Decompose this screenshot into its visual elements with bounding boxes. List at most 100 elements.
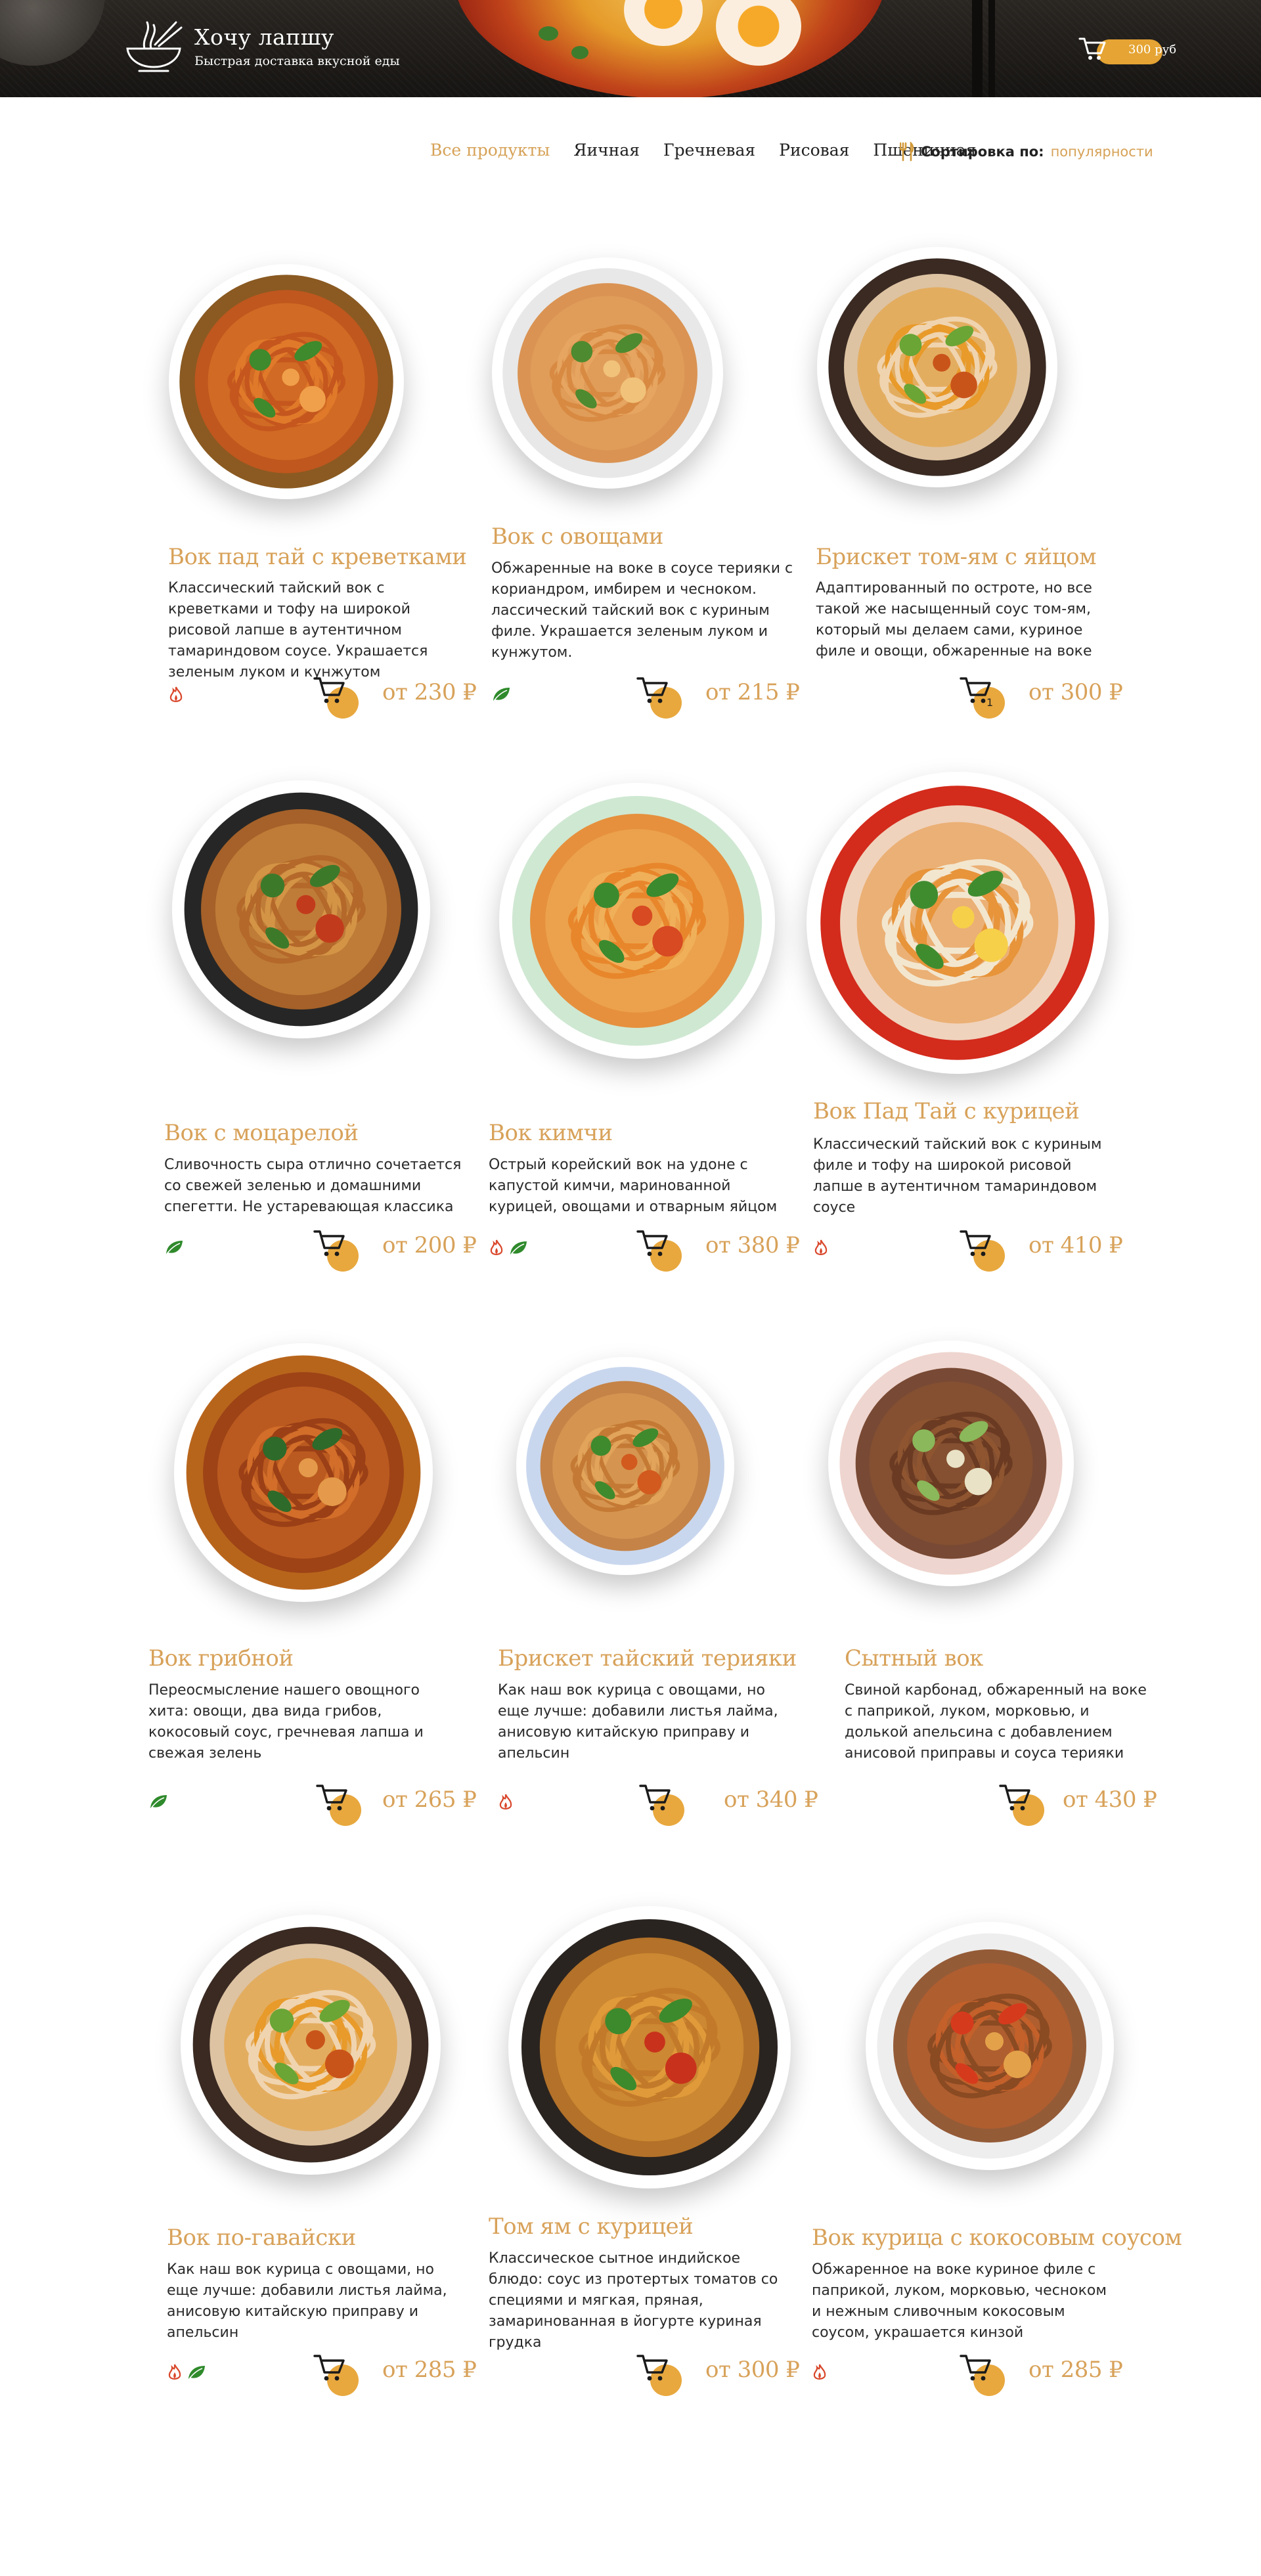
header-herb-image (539, 26, 558, 41)
product-image[interactable] (524, 1365, 726, 1567)
add-to-cart-icon (639, 1785, 671, 1811)
product-title[interactable]: Сытный вок (845, 1645, 983, 1672)
product-title[interactable]: Вок грибной (148, 1645, 294, 1672)
product-price: от 430 ₽ (1063, 1787, 1157, 1813)
header-cart-button[interactable]: 300 руб (1072, 34, 1187, 64)
product-title[interactable]: Брискет тайский терияки (498, 1645, 797, 1672)
spicy-icon (499, 1794, 512, 1810)
product-price: от 380 ₽ (705, 1232, 800, 1258)
product-description: Классический тайский вок с куриным филе … (813, 1136, 1102, 1216)
product-description: Переосмысление нашего овощного хита: ово… (148, 1682, 424, 1762)
add-to-cart-button[interactable] (959, 1228, 1005, 1272)
product-image[interactable] (837, 1350, 1065, 1577)
product-image[interactable] (826, 256, 1048, 478)
sort-utensils-icon (900, 142, 914, 162)
add-to-cart-icon (636, 677, 668, 703)
add-to-cart-button[interactable] (636, 675, 682, 719)
noodle-dish-image (526, 1367, 724, 1565)
product-title[interactable]: Том ям с курицей (489, 2213, 694, 2240)
sort-control: Сортировка по: популярности (900, 142, 1153, 162)
spicy-icon (169, 686, 183, 702)
header-herb-image (571, 46, 588, 59)
product-description: Острый корейский вок на удоне с капустой… (489, 1157, 778, 1215)
add-to-cart-icon (999, 1785, 1030, 1811)
product-description: Обжаренные на воке в соусе терияки с кор… (491, 560, 793, 661)
noodle-dish-image (512, 795, 763, 1046)
sort-dropdown[interactable]: популярности (1051, 144, 1153, 160)
product-image[interactable] (184, 1353, 423, 1592)
product-price: от 285 ₽ (382, 2357, 477, 2383)
header-chopstick-image (988, 0, 995, 97)
product-image[interactable] (875, 1931, 1105, 2161)
product-tags (167, 2363, 206, 2382)
product-description: Сливочность сыра отлично сочетается со с… (164, 1157, 462, 1215)
nav-item-all[interactable]: Все продукты (430, 141, 550, 160)
product-image[interactable] (510, 793, 764, 1048)
noodle-dish-image (179, 275, 393, 489)
nav-item-buckwheat[interactable]: Гречневая (663, 141, 755, 160)
add-to-cart-button[interactable] (638, 1783, 684, 1826)
add-to-cart-button[interactable] (313, 675, 359, 719)
add-to-cart-button[interactable] (636, 1228, 682, 1272)
add-to-cart-button[interactable] (998, 1783, 1044, 1826)
add-to-cart-button[interactable] (313, 2353, 359, 2396)
product-tags (164, 1239, 184, 1256)
site-header: Хочу лапшу Быстрая доставка вкусной еды … (0, 0, 1261, 97)
product-price: от 300 ₽ (705, 2357, 800, 2383)
noodle-dish-image (502, 268, 713, 478)
product-tags (498, 1793, 514, 1811)
sort-label: Сортировка по: (921, 144, 1044, 160)
product-tags (489, 1239, 528, 1257)
add-to-cart-button[interactable] (959, 2353, 1005, 2396)
add-to-cart-icon (313, 677, 345, 703)
product-image[interactable] (177, 273, 395, 491)
noodle-bowl-logo-icon (126, 21, 183, 72)
nav-item-egg[interactable]: Яичная (573, 141, 640, 160)
noodle-dish-image (828, 258, 1046, 476)
product-tags (491, 686, 511, 703)
product-description: Классическое сытное индийское блюдо: соу… (489, 2250, 778, 2351)
product-title[interactable]: Вок Пад Тай с курицей (813, 1098, 1080, 1124)
vegan-leaf-icon (166, 1241, 183, 1255)
product-image[interactable] (190, 1924, 431, 2165)
product-tags (168, 686, 184, 704)
nav-item-rice[interactable]: Рисовая (779, 141, 849, 160)
logo[interactable]: Хочу лапшу Быстрая доставка вкусной еды (125, 18, 400, 74)
brand-title: Хочу лапшу (194, 24, 334, 50)
product-tags (812, 2363, 828, 2382)
product-title[interactable]: Вок по-гавайски (167, 2225, 356, 2251)
add-to-cart-icon (636, 2355, 668, 2381)
product-image[interactable] (182, 790, 420, 1029)
spicy-icon (168, 2364, 181, 2380)
add-to-cart-icon (960, 1230, 991, 1256)
brand-subtitle: Быстрая доставка вкусной еды (194, 53, 400, 68)
add-to-cart-button[interactable] (636, 2353, 682, 2396)
add-to-cart-icon (636, 1230, 668, 1256)
product-image[interactable] (519, 1917, 780, 2178)
product-title[interactable]: Вок пад тай с креветками (168, 544, 467, 570)
product-title[interactable]: Вок кимчи (489, 1120, 613, 1146)
product-description: Как наш вок курица с овощами, но еще луч… (167, 2261, 447, 2341)
product-price: от 230 ₽ (382, 679, 477, 705)
product-title[interactable]: Вок курица с кокосовым соусом (812, 2225, 1182, 2251)
add-to-cart-icon (313, 1230, 345, 1256)
noodle-dish-image (184, 792, 418, 1027)
noodle-dish-image (820, 786, 1095, 1060)
product-title[interactable]: Вок с моцарелой (164, 1120, 359, 1146)
product-price: от 265 ₽ (382, 1787, 477, 1813)
product-title[interactable]: Брискет том-ям с яйцом (816, 544, 1097, 570)
product-description: Как наш вок курица с овощами, но еще луч… (498, 1682, 778, 1762)
product-price: от 285 ₽ (1029, 2357, 1123, 2383)
product-title[interactable]: Вок с овощами (491, 523, 663, 550)
cart-item-count: 1 (986, 696, 994, 709)
add-to-cart-button[interactable] (315, 1783, 361, 1826)
add-to-cart-button[interactable] (313, 1228, 359, 1272)
product-image[interactable] (500, 266, 715, 480)
add-to-cart-button[interactable]: 1 (959, 675, 1005, 719)
product-price: от 215 ₽ (705, 679, 800, 705)
noodle-dish-image (521, 1919, 778, 2176)
product-description: Обжаренное на воке куриное филе с паприк… (812, 2261, 1107, 2341)
product-image[interactable] (818, 783, 1097, 1063)
product-description: Классический тайский вок с креветками и … (168, 580, 428, 680)
category-nav: Все продукты Яичная Гречневая Рисовая Пш… (430, 141, 976, 160)
